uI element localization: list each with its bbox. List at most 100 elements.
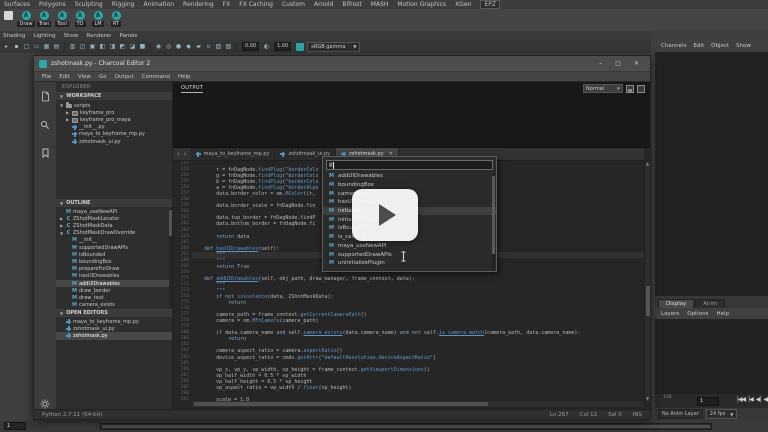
open-editor-maya-to-keyframe-mp-py[interactable]: maya_to_keyframe_mp.py [56,318,172,325]
maya-menu-fx-caching[interactable]: FX Caching [239,1,273,8]
open-editor-zshotmask-py[interactable]: zshotmask.py [56,332,172,340]
fps-select[interactable]: 24 fps ▼ [705,409,738,419]
panel-menu-shading[interactable]: Shading [3,33,25,39]
channel-box-menu-show[interactable]: Show [736,43,751,49]
symbol-item-maya-usenewapi[interactable]: Mmaya_useNewAPI [323,242,496,251]
editor-menu-file[interactable]: File [42,74,51,80]
output-mode-select[interactable]: Normal ▼ [583,84,623,93]
shelf-button-rt[interactable]: A RT [108,11,124,27]
maya-menu-arnold[interactable]: Arnold [314,1,333,8]
layer-menu-help[interactable]: Help [716,311,729,317]
open-editor-zshotmask-ui-py[interactable]: zshotmask_ui.py [56,325,172,332]
editor-menu-help[interactable]: Help [178,74,191,80]
editor-menu-view[interactable]: View [78,74,91,80]
viewport-tool-icon[interactable]: ◎ [164,41,173,52]
export-output-icon[interactable] [637,84,645,93]
layer-menu-options[interactable]: Options [687,311,708,317]
open-editors-section-header[interactable]: ▼ OPEN EDITORS [56,309,172,317]
layer-menu-layers[interactable]: Layers [661,311,679,317]
outline-scrollbar-thumb[interactable] [169,210,172,236]
range-start-field[interactable]: 1 [4,422,26,430]
horizontal-scrollbar[interactable] [192,401,644,407]
scroll-up-icon[interactable]: ▲ [645,161,650,166]
outline-item-draw-text[interactable]: Mdraw_text [56,294,172,301]
outline-item-supporteddrawapis[interactable]: MsupportedDrawAPIs [56,244,172,251]
search-icon[interactable] [40,115,50,134]
outline-scrollbar[interactable] [169,208,172,308]
files-icon[interactable] [40,87,50,106]
outline-item-init[interactable]: M __init__ [56,237,172,244]
maya-menu-sculpting[interactable]: Sculpting [75,1,103,8]
viewport-tool-icon[interactable]: ▥ [68,41,77,52]
viewport-tool-icon[interactable]: ▣ [88,41,97,52]
channel-box-menu-channels[interactable]: Channels [661,43,686,49]
outline-section-header[interactable]: ▼ OUTLINE [56,199,172,207]
viewport-tool-icon[interactable]: ■ [138,41,147,52]
range-slider-thumb[interactable] [102,425,710,428]
playback-icon[interactable]: |◀◀ [737,396,746,403]
panel-menu-show[interactable]: Show [64,33,79,39]
shelf-button-to[interactable]: A TO [72,11,88,27]
exposure-icon[interactable]: ◐ [262,41,271,52]
viewport-tool-icon[interactable]: □ [22,41,31,52]
shelf-button-tool[interactable]: A Tool [54,11,70,27]
shelf-button-draw[interactable]: A Draw [17,11,35,27]
viewport-tool-icon[interactable]: ◪ [128,41,137,52]
outline-item-adduidrawables[interactable]: MaddUIDrawables [56,280,172,288]
playback-icon[interactable]: |◀ [748,396,754,403]
viewport-tool-icon[interactable]: ◫ [78,41,87,52]
editor-menu-command[interactable]: Command [142,74,170,80]
workspace-item-maya-to-keyframe-mp-py[interactable]: maya_to_keyframe_mp.py [56,131,172,138]
scroll-down-icon[interactable]: ▼ [645,396,650,401]
viewport-tool-icon[interactable]: ▫ [204,41,213,52]
exposure-field[interactable]: 0.00 [242,42,260,51]
maya-menu-surfaces[interactable]: Surfaces [4,1,30,8]
maya-menu-mash[interactable]: MASH [371,1,389,8]
video-play-overlay[interactable] [352,189,418,241]
panel-menu-renderer[interactable]: Renderer [86,33,111,39]
maximize-button[interactable]: □ [615,60,621,67]
symbol-item-supporteddrawapis[interactable]: MsupportedDrawAPIs [323,250,496,259]
maya-menu-fx[interactable]: FX [223,1,231,8]
channel-box-menu-edit[interactable]: Edit [693,43,704,49]
symbol-search-input[interactable]: @ [326,160,493,170]
viewport-tool-icon[interactable]: ◧ [98,41,107,52]
playback-icon[interactable]: ◀| [756,396,762,403]
save-output-icon[interactable] [626,84,634,93]
range-slider[interactable] [100,423,712,430]
workspace-section-header[interactable]: ▼ WORKSPACE [56,92,172,100]
viewport-tool-icon[interactable]: ◩ [118,41,127,52]
viewport-tool-icon[interactable]: ◨ [108,41,117,52]
bookmark-icon[interactable] [41,143,50,162]
output-panel-tab[interactable]: OUTPUT [181,85,204,93]
symbol-item-boundingbox[interactable]: MboundingBox [323,181,496,190]
shelf-partial-icon[interactable] [4,11,13,20]
outline-item-maya-usenewapi[interactable]: Mmaya_useNewAPI [56,208,172,215]
workspace-item-keyframe-pro[interactable]: ▶ keyframe_pro [56,109,172,116]
symbol-item-uninitializeplugin[interactable]: MuninitializePlugin [323,259,496,268]
viewport-tool-icon[interactable]: ▨ [214,41,223,52]
panel-menu-panels[interactable]: Panels [120,33,138,39]
viewport-tool-icon[interactable]: ▪ [12,41,21,52]
viewport-tool-icon[interactable]: ▭ [32,41,41,52]
nav-forward-icon[interactable]: › [184,150,187,158]
minimize-button[interactable]: – [599,60,602,67]
code-line[interactable]: if data.camera_name and self.camera_exis… [192,330,644,336]
workspace-item-init-py[interactable]: __init__.py [56,124,172,131]
panel-menu-lighting[interactable]: Lighting [33,33,55,39]
view-transform-select[interactable]: sRGB gamma ▼ [307,41,361,52]
viewport-tool-icon[interactable]: ▦ [42,41,51,52]
vscroll-thumb[interactable] [646,286,650,316]
time-slider[interactable]: 120 1 |◀◀ |◀ ◀| ◀ [655,393,768,408]
editor-menu-go[interactable]: Go [99,74,107,80]
vertical-scrollbar[interactable]: ▲ ▼ [644,161,650,401]
editor-menu-output[interactable]: Output [115,74,134,80]
outline-item-isbounded[interactable]: MisBounded [56,251,172,258]
viewport-tool-icon[interactable]: ▸ [2,41,11,52]
layer-tab-anim[interactable]: Anim [695,299,726,308]
workspace-item-zshotmask-ui-py[interactable]: zshotmask_ui.py [56,138,172,145]
workspace-item-keyframe-pro-maya[interactable]: ▶ keyframe_pro_maya [56,116,172,123]
outline-item-zshotmaskdrawoverride[interactable]: ▼ C ZShotMaskDrawOverride [56,230,172,237]
nav-back-icon[interactable]: ‹ [177,150,180,158]
outline-item-draw-border[interactable]: Mdraw_border [56,287,172,294]
